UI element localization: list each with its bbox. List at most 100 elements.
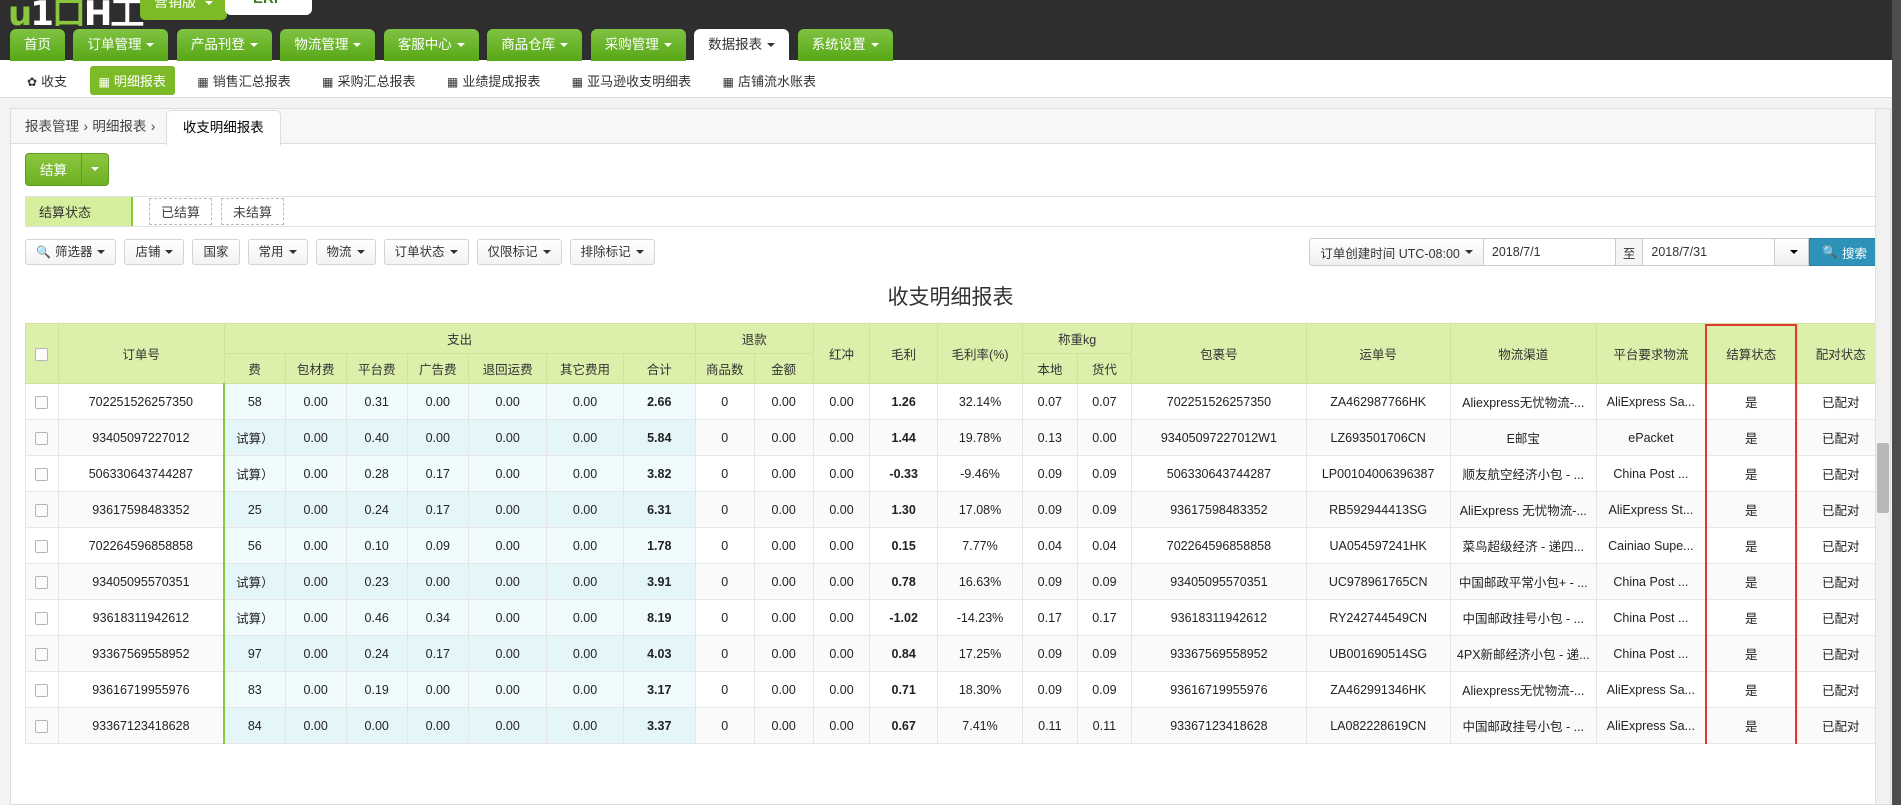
cell-order-no[interactable]: 93618311942612: [57, 599, 225, 636]
table-row[interactable]: 93367569558952 97 0.00 0.24 0.17 0.00 0.00 4.03…: [25, 635, 1876, 672]
row-checkbox[interactable]: [35, 611, 49, 625]
select-all-header[interactable]: [25, 323, 59, 384]
subnav-item-store-ledger[interactable]: ▦ 店铺流水账表: [714, 66, 825, 95]
settle-button[interactable]: 结算: [25, 153, 109, 186]
header-expense-total[interactable]: 合计: [622, 353, 696, 384]
subnav-item-income-expense[interactable]: ✿ 收支: [18, 66, 76, 95]
date-from-input[interactable]: 2018/7/1: [1483, 238, 1616, 266]
subnav-item-sales-summary[interactable]: ▦ 销售汇总报表: [188, 66, 299, 95]
filter-button-common[interactable]: 常用: [247, 239, 308, 265]
subnav-item-amazon-income-expense[interactable]: ▦ 亚马逊收支明细表: [563, 66, 700, 95]
table-row[interactable]: 93405095570351 试算） 0.00 0.23 0.00 0.00 0.00 3.9…: [25, 563, 1876, 600]
nav-item-purchasing[interactable]: 采购管理: [590, 29, 686, 61]
table-row[interactable]: 702251526257350 58 0.00 0.31 0.00 0.00 0.00 2.6…: [25, 383, 1876, 420]
subnav-item-performance-commission[interactable]: ▦ 业绩提成报表: [438, 66, 549, 95]
cell-order-no[interactable]: 702251526257350: [57, 383, 225, 420]
cell-order-no[interactable]: 702264596858858: [57, 527, 225, 564]
header-gross-profit-rate[interactable]: 毛利率(%): [936, 323, 1024, 384]
breadcrumb-item-report-management[interactable]: 报表管理: [25, 109, 79, 144]
cell-order-no[interactable]: 93367569558952: [57, 635, 225, 672]
table-row[interactable]: 93617598483352 25 0.00 0.24 0.17 0.00 0.00 6.31…: [25, 491, 1876, 528]
header-refund-amount[interactable]: 金额: [753, 353, 814, 384]
row-select-cell[interactable]: [25, 491, 59, 528]
header-refund-qty[interactable]: 商品数: [694, 353, 755, 384]
header-settle-status[interactable]: 结算状态: [1704, 323, 1798, 384]
cell-order-no[interactable]: 93617598483352: [57, 491, 225, 528]
row-select-cell[interactable]: [25, 527, 59, 564]
nav-item-logistics-management[interactable]: 物流管理: [280, 29, 376, 61]
cell-order-no[interactable]: 93367123418628: [57, 707, 225, 744]
cell-order-no[interactable]: 506330643744287: [57, 455, 225, 492]
filter-button-logistics[interactable]: 物流: [315, 239, 376, 265]
scrollbar-thumb[interactable]: [1877, 442, 1889, 513]
row-checkbox[interactable]: [35, 539, 49, 553]
row-checkbox[interactable]: [35, 503, 49, 517]
row-checkbox[interactable]: [35, 575, 49, 589]
filter-button-exclude-marked[interactable]: 排除标记: [569, 239, 655, 265]
table-row[interactable]: 93405097227012 试算） 0.00 0.40 0.00 0.00 0.00 5.8…: [25, 419, 1876, 456]
nav-item-product-listing[interactable]: 产品刊登: [176, 29, 272, 61]
row-checkbox[interactable]: [35, 467, 49, 481]
row-select-cell[interactable]: [25, 707, 59, 744]
header-shipping-fee[interactable]: 费: [223, 353, 286, 384]
date-to-input[interactable]: 2018/7/31: [1643, 238, 1776, 266]
filter-button-country[interactable]: 国家: [192, 239, 240, 265]
table-row[interactable]: 702264596858858 56 0.00 0.10 0.09 0.00 0.00 1.7…: [25, 527, 1876, 564]
row-select-cell[interactable]: [25, 599, 59, 636]
nav-item-data-reports[interactable]: 数据报表: [694, 29, 790, 61]
header-gross-profit[interactable]: 毛利: [869, 323, 938, 384]
row-checkbox[interactable]: [35, 683, 49, 697]
subnav-item-purchase-summary[interactable]: ▦ 采购汇总报表: [313, 66, 424, 95]
select-all-checkbox[interactable]: [35, 347, 49, 361]
cell-order-no[interactable]: 93405097227012: [57, 419, 225, 456]
filter-button-order-status[interactable]: 订单状态: [383, 239, 469, 265]
header-tracking-no[interactable]: 运单号: [1305, 323, 1451, 384]
table-row[interactable]: 93618311942612 试算） 0.00 0.46 0.34 0.00 0.00 8.1…: [25, 599, 1876, 636]
status-chip-settled[interactable]: 已结算: [149, 198, 213, 225]
row-checkbox[interactable]: [35, 647, 49, 661]
row-select-cell[interactable]: [25, 671, 59, 708]
table-row[interactable]: 93367123418628 84 0.00 0.00 0.00 0.00 0.00 3.37…: [25, 707, 1876, 744]
header-red-charge[interactable]: 红冲: [812, 323, 871, 384]
header-order-no[interactable]: 订单号: [57, 323, 225, 384]
header-weight-forwarder[interactable]: 货代: [1076, 353, 1133, 384]
header-match-status[interactable]: 配对状态: [1796, 323, 1876, 384]
table-row[interactable]: 93616719955976 83 0.00 0.19 0.00 0.00 0.00 3.17…: [25, 671, 1876, 708]
filter-button-filterer[interactable]: 🔍 筛选器: [25, 239, 117, 265]
header-parcel-no[interactable]: 包裹号: [1131, 323, 1307, 384]
header-return-shipping-fee[interactable]: 退回运费: [467, 353, 548, 384]
header-platform-fee[interactable]: 平台费: [345, 353, 408, 384]
filter-button-store[interactable]: 店铺: [124, 239, 185, 265]
row-checkbox[interactable]: [35, 431, 49, 445]
cell-order-no[interactable]: 93616719955976: [57, 671, 225, 708]
version-dropdown-button[interactable]: 营销版: [140, 0, 227, 20]
cell-order-no[interactable]: 93405095570351: [57, 563, 225, 600]
table-row[interactable]: 506330643744287 试算） 0.00 0.28 0.17 0.00 0.00 3.…: [25, 455, 1876, 492]
header-platform-logistics[interactable]: 平台要求物流: [1595, 323, 1706, 384]
nav-item-warehouse[interactable]: 商品仓库: [487, 29, 583, 61]
date-type-dropdown[interactable]: 订单创建时间 UTC-08:00: [1309, 238, 1484, 266]
vertical-scrollbar[interactable]: [1875, 109, 1890, 804]
row-select-cell[interactable]: [25, 455, 59, 492]
nav-item-order-management[interactable]: 订单管理: [73, 29, 169, 61]
header-weight-local[interactable]: 本地: [1022, 353, 1078, 384]
erp-tab[interactable]: ERP: [225, 0, 312, 15]
row-checkbox[interactable]: [35, 719, 49, 733]
date-preset-dropdown[interactable]: [1775, 238, 1810, 266]
nav-item-system-settings[interactable]: 系统设置: [797, 29, 893, 61]
status-chip-unsettled[interactable]: 未结算: [221, 198, 285, 225]
row-select-cell[interactable]: [25, 635, 59, 672]
breadcrumb-item-detail-report[interactable]: 明细报表: [92, 109, 146, 144]
filter-button-only-marked[interactable]: 仅限标记: [476, 239, 562, 265]
breadcrumb-active-tab[interactable]: 收支明细报表: [165, 110, 281, 146]
settle-dropdown-toggle[interactable]: [81, 154, 108, 185]
header-ad-fee[interactable]: 广告费: [406, 353, 469, 384]
row-checkbox[interactable]: [35, 395, 49, 409]
row-select-cell[interactable]: [25, 563, 59, 600]
search-button[interactable]: 🔍 搜索: [1809, 238, 1880, 266]
row-select-cell[interactable]: [25, 383, 59, 420]
header-logistics-channel[interactable]: 物流渠道: [1449, 323, 1597, 384]
row-select-cell[interactable]: [25, 419, 59, 456]
nav-item-home[interactable]: 首页: [10, 29, 65, 61]
header-other-fee[interactable]: 其它费用: [546, 353, 624, 384]
